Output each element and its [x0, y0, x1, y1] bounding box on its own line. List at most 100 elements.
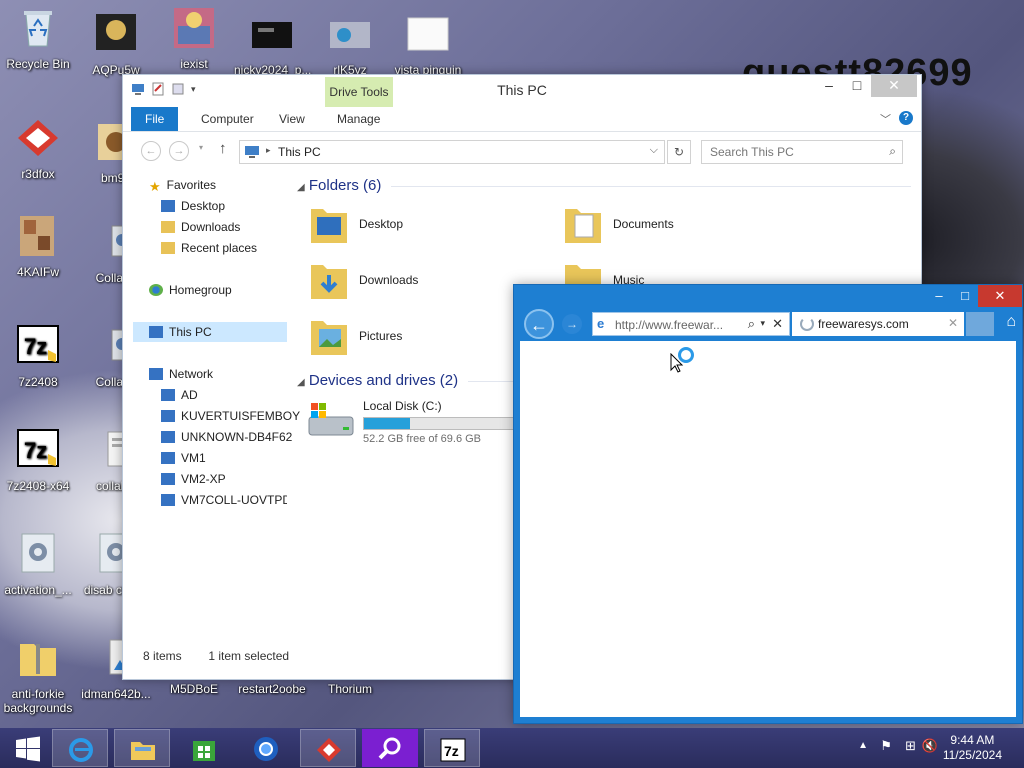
- nav-network-item[interactable]: VM1: [161, 448, 206, 468]
- ie-page-content[interactable]: [520, 341, 1016, 717]
- nav-network-item[interactable]: UNKNOWN-DB4F62: [161, 427, 292, 447]
- nav-recent-places[interactable]: Recent places: [161, 238, 257, 258]
- desktop-icon-nicky2024[interactable]: nicky2024_p...: [234, 12, 311, 77]
- search-box[interactable]: Search This PC ⌕: [701, 140, 903, 164]
- maximize-button[interactable]: □: [843, 75, 871, 97]
- ie-tab[interactable]: freewaresys.com ✕: [792, 312, 964, 336]
- ie-close-button[interactable]: ✕: [978, 285, 1022, 307]
- back-button[interactable]: ←: [141, 141, 161, 161]
- start-button[interactable]: [0, 729, 56, 767]
- nav-network-item[interactable]: VM7COLL-UOVTPD...: [161, 490, 287, 510]
- search-icon[interactable]: ⌕: [748, 316, 755, 332]
- desktop-icon-aqpu5w[interactable]: AQPu5w: [78, 12, 154, 77]
- stop-icon[interactable]: ✕: [772, 316, 783, 332]
- forward-button[interactable]: →: [169, 141, 189, 161]
- folder-tile-documents[interactable]: Documents: [563, 201, 803, 251]
- taskbar-file-explorer[interactable]: [114, 729, 170, 767]
- group-header-devices[interactable]: ◢ Devices and drives (2): [297, 372, 519, 389]
- address-text: This PC: [278, 145, 321, 159]
- minimize-button[interactable]: –: [815, 75, 843, 97]
- group-header-folders[interactable]: ◢ Folders (6): [297, 177, 912, 194]
- desktop-icon-label: activation_...: [4, 583, 72, 597]
- nav-desktop[interactable]: Desktop: [161, 196, 225, 216]
- status-item-count: 8 items: [143, 649, 182, 663]
- desktop-icon-7z2408[interactable]: 7z 7z2408: [0, 324, 76, 389]
- breadcrumb-chevron-icon[interactable]: ▸: [266, 145, 271, 156]
- taskbar-r3dfox[interactable]: [300, 729, 356, 767]
- address-dropdown-icon[interactable]: ⌵: [650, 144, 658, 157]
- computer-icon: [161, 389, 175, 401]
- desktop-icon-label: 4KAIFw: [16, 265, 59, 279]
- network-status-icon[interactable]: ⊞: [905, 738, 916, 754]
- show-hidden-icons-icon[interactable]: ▲: [858, 740, 868, 751]
- recent-locations-icon[interactable]: ▾: [199, 143, 203, 152]
- downloads-folder-icon: [311, 265, 347, 299]
- address-bar[interactable]: ▸ This PC ⌵: [239, 140, 665, 164]
- taskbar-search-app[interactable]: [362, 729, 418, 767]
- desktop-icon-r3dfox[interactable]: r3dfox: [0, 116, 76, 181]
- close-button[interactable]: ✕: [871, 75, 917, 97]
- drive-free-space: 52.2 GB free of 69.6 GB: [363, 433, 482, 445]
- explorer-titlebar[interactable]: ▾ Drive Tools This PC – □ ✕: [123, 75, 921, 107]
- nav-this-pc[interactable]: This PC: [133, 322, 287, 342]
- nav-network-item[interactable]: VM2-XP: [161, 469, 226, 489]
- ie-minimize-button[interactable]: –: [926, 285, 952, 307]
- nav-homegroup[interactable]: Homegroup: [149, 280, 232, 300]
- computer-icon: [161, 473, 175, 485]
- image-file-icon: [330, 22, 370, 48]
- search-icon[interactable]: ⌕: [889, 144, 896, 159]
- desktop-icon-anti-forkie[interactable]: anti-forkie backgrounds: [0, 636, 76, 715]
- taskbar-thorium[interactable]: [238, 729, 294, 767]
- desktop-icon-7z2408-x64[interactable]: 7z 7z2408-x64: [0, 428, 76, 493]
- desktop-icon-label: M5DBoE: [169, 682, 219, 696]
- desktop-icon-recycle-bin[interactable]: Recycle Bin: [0, 6, 76, 71]
- desktop-icon-activation[interactable]: activation_...: [0, 532, 76, 597]
- action-center-flag-icon[interactable]: ⚑: [880, 738, 892, 754]
- recent-places-icon: [161, 242, 175, 254]
- folder-tile-desktop[interactable]: Desktop: [309, 201, 549, 251]
- new-tab-button[interactable]: [966, 312, 994, 336]
- folder-name: Documents: [613, 217, 674, 231]
- desktop-icon: [161, 200, 175, 212]
- desktop-icon-vista-pinguin[interactable]: vista pinguin: [390, 12, 466, 77]
- nav-network[interactable]: Network: [149, 364, 213, 384]
- tab-manage[interactable]: Manage: [323, 107, 394, 131]
- taskbar: 7z ▲ ⚑ ⊞ 🔇 9:44 AM 11/25/2024: [0, 728, 1024, 768]
- pictures-folder-icon: [311, 321, 347, 355]
- refresh-button[interactable]: ↻: [667, 140, 691, 164]
- address-dropdown-icon[interactable]: ▾: [760, 318, 765, 329]
- 7zip-icon: 7z: [17, 325, 59, 363]
- desktop-icon-m5dboe[interactable]: M5DBoE: [156, 682, 232, 696]
- desktop-icon-restart2oobe[interactable]: restart2oobe: [234, 682, 310, 696]
- tab-file[interactable]: File: [131, 107, 179, 131]
- ie-forward-button[interactable]: →: [562, 314, 582, 334]
- up-button[interactable]: ↑: [219, 140, 227, 157]
- ie-maximize-button[interactable]: □: [952, 285, 978, 307]
- drive-tile-local-disk-c[interactable]: Local Disk (C:) 52.2 GB free of 69.6 GB: [307, 397, 549, 445]
- nav-favorites[interactable]: ★ Favorites: [149, 175, 216, 195]
- system-clock[interactable]: 9:44 AM 11/25/2024: [943, 733, 1002, 763]
- internet-explorer-window[interactable]: – □ ✕ ← → e http://www.freewar... ⌕ ▾ ✕ …: [513, 284, 1023, 724]
- expand-ribbon-icon[interactable]: ﹀: [880, 111, 891, 127]
- nav-label: Homegroup: [169, 283, 232, 297]
- close-tab-icon[interactable]: ✕: [948, 316, 958, 330]
- taskbar-7zip[interactable]: 7z: [424, 729, 480, 767]
- nav-downloads[interactable]: Downloads: [161, 217, 240, 237]
- taskbar-store[interactable]: [176, 729, 232, 767]
- tab-view[interactable]: View: [265, 107, 319, 131]
- home-icon[interactable]: ⌂: [1006, 313, 1016, 331]
- thorium-browser-icon: [254, 737, 278, 761]
- nav-network-item[interactable]: KUVERTUISFEMBOY: [161, 406, 300, 426]
- ie-address-bar[interactable]: e http://www.freewar... ⌕ ▾ ✕: [592, 312, 790, 336]
- desktop-icon-rlk5yz[interactable]: rlK5yz: [312, 12, 388, 77]
- nav-network-item[interactable]: AD: [161, 385, 198, 405]
- tab-computer[interactable]: Computer: [187, 107, 268, 131]
- desktop-icon-thorium[interactable]: Thorium: [312, 682, 388, 696]
- drive-usage-fill: [364, 418, 410, 429]
- ie-back-button[interactable]: ←: [524, 309, 554, 339]
- volume-muted-icon[interactable]: 🔇: [922, 738, 938, 754]
- desktop-icon-iexist[interactable]: iexist: [156, 6, 232, 71]
- desktop-icon-4kaifw[interactable]: 4KAIFw: [0, 214, 76, 279]
- taskbar-internet-explorer[interactable]: [52, 729, 108, 767]
- help-icon[interactable]: ?: [899, 111, 913, 125]
